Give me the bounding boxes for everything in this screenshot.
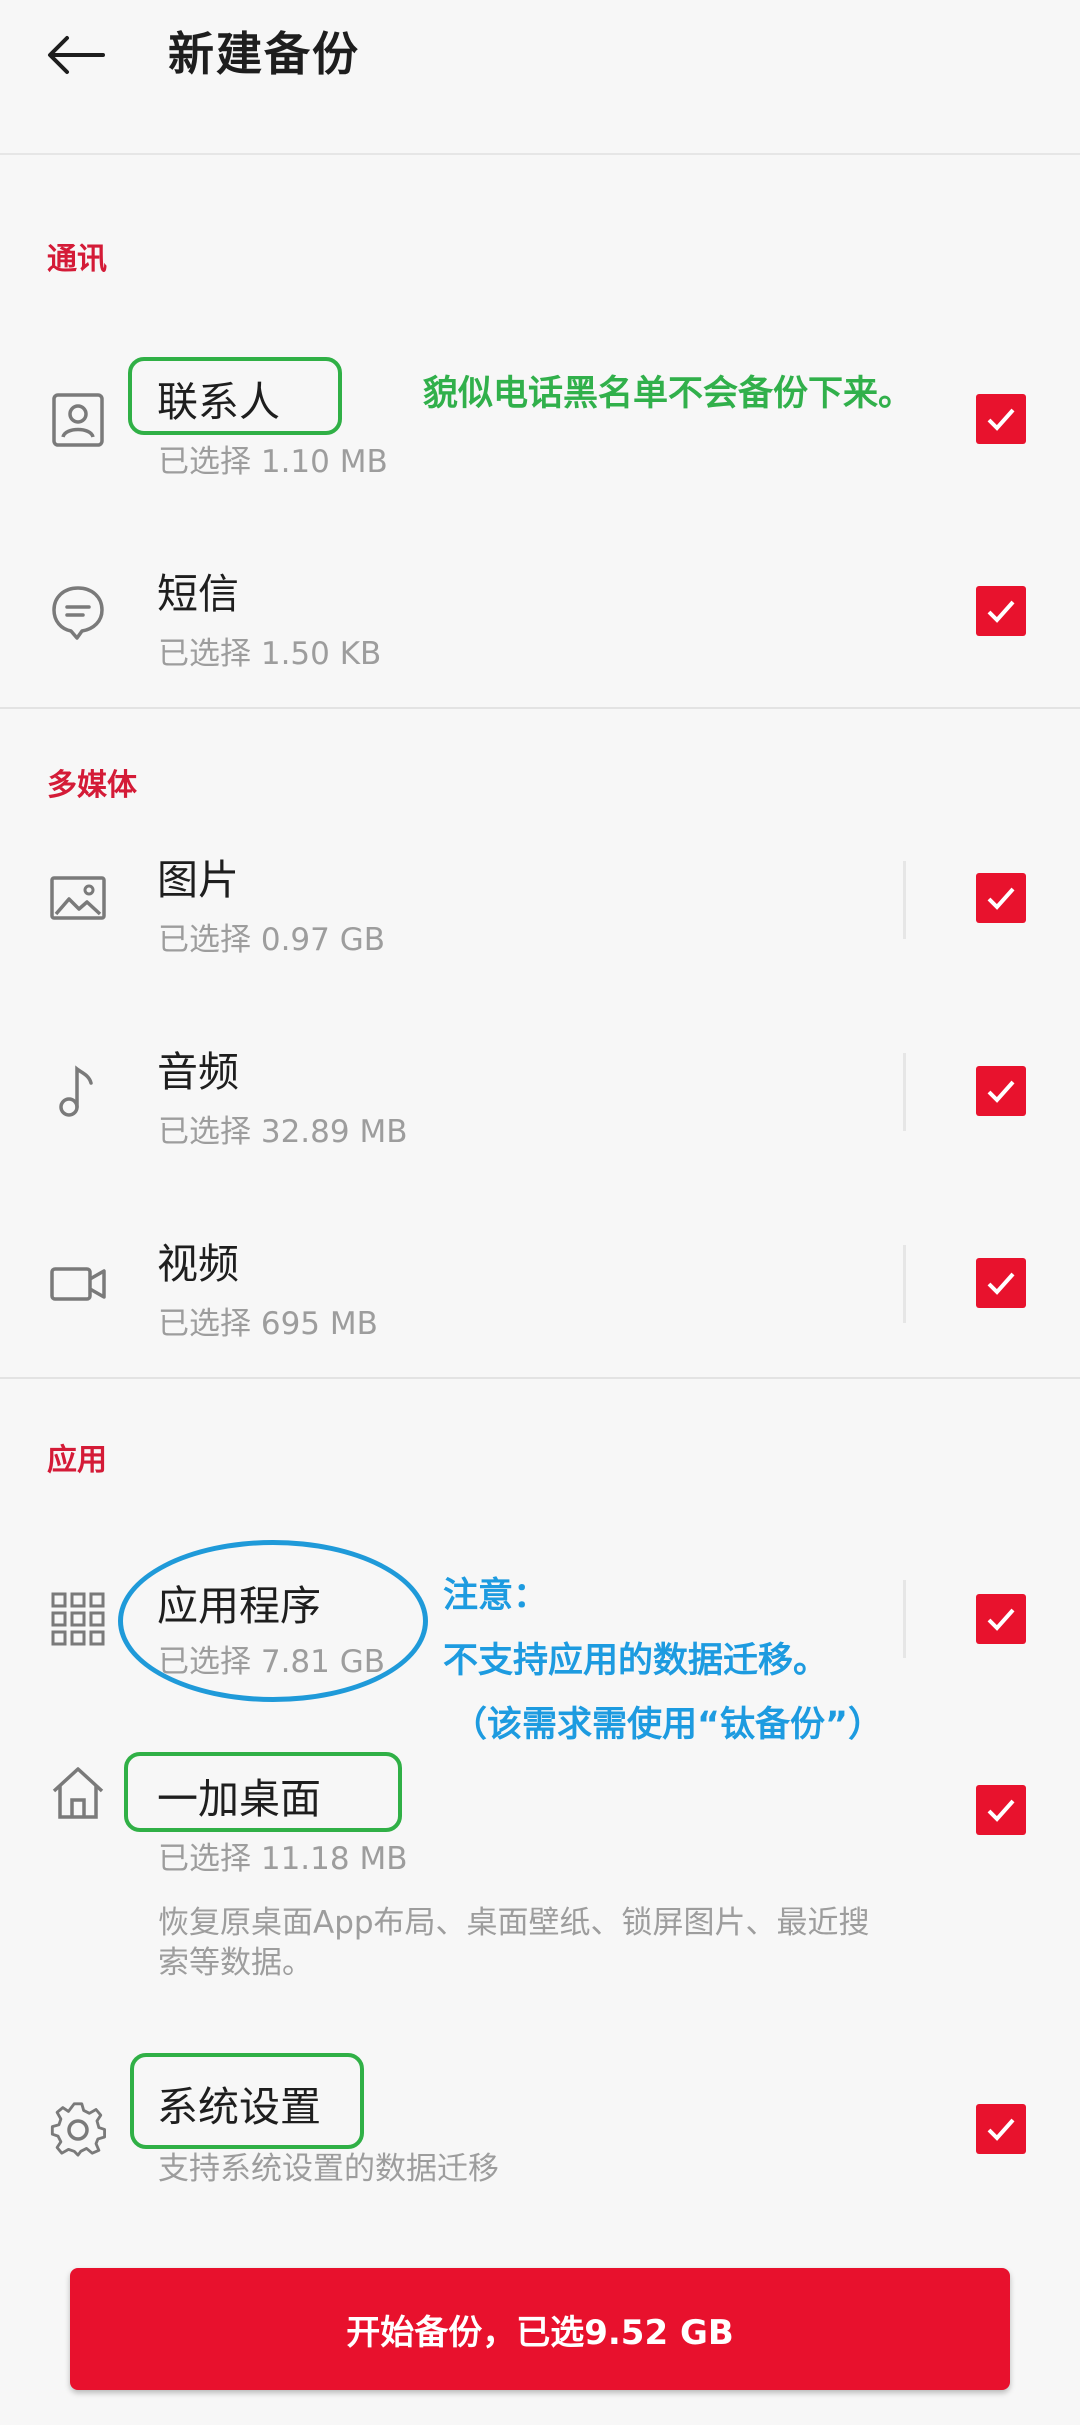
- checkbox-contacts[interactable]: [976, 394, 1026, 444]
- item-label-applications: 应用程序: [157, 1582, 321, 1630]
- item-label-system-settings: 系统设置: [157, 2083, 321, 2131]
- item-size-audio: 已选择 32.89 MB: [158, 1114, 408, 1150]
- item-label-launcher: 一加桌面: [157, 1775, 321, 1823]
- back-button[interactable]: [30, 10, 120, 100]
- checkmark-icon: [987, 1608, 1015, 1631]
- section-title-media: 多媒体: [47, 768, 137, 803]
- section-title-communication: 通讯: [47, 242, 107, 277]
- item-size-applications: 已选择 7.81 GB: [158, 1644, 386, 1680]
- checkbox-applications[interactable]: [976, 1594, 1026, 1644]
- item-label-sms: 短信: [157, 570, 239, 618]
- checkbox-video[interactable]: [976, 1258, 1026, 1308]
- item-subtitle-system-settings: 支持系统设置的数据迁移: [158, 2151, 499, 2187]
- checkbox-system-settings[interactable]: [976, 2104, 1026, 2154]
- item-size-contacts: 已选择 1.10 MB: [158, 444, 388, 480]
- video-camera-icon: [48, 1254, 108, 1314]
- home-icon: [48, 1763, 108, 1823]
- annotation-apps-note-title: 注意：: [443, 1576, 549, 1616]
- vertical-separator: [903, 1053, 906, 1131]
- checkmark-icon: [987, 1080, 1015, 1103]
- start-backup-button[interactable]: 开始备份，已选9.52 GB: [70, 2268, 1010, 2390]
- item-size-launcher: 已选择 11.18 MB: [158, 1841, 408, 1877]
- checkmark-icon: [987, 600, 1015, 623]
- page-title: 新建备份: [168, 27, 360, 81]
- item-description-launcher: 恢复原桌面App布局、桌面壁纸、锁屏图片、最近搜索等数据。: [158, 1905, 870, 1981]
- vertical-separator: [903, 1580, 906, 1658]
- item-label-images: 图片: [157, 856, 239, 904]
- music-note-icon: [48, 1062, 108, 1122]
- gear-icon: [48, 2099, 108, 2159]
- arrow-left-icon: [48, 36, 105, 74]
- app-grid-icon: [48, 1589, 108, 1649]
- item-size-video: 已选择 695 MB: [158, 1306, 378, 1342]
- message-bubble-icon: [48, 582, 108, 642]
- annotation-apps-note-line1: 不支持应用的数据迁移。: [443, 1641, 829, 1681]
- section-divider: [0, 707, 1080, 709]
- item-label-audio: 音频: [157, 1048, 239, 1096]
- annotation-contacts-note: 貌似电话黑名单不会备份下来。: [423, 374, 914, 414]
- image-icon: [48, 868, 108, 928]
- item-size-images: 已选择 0.97 GB: [158, 922, 386, 958]
- item-label-video: 视频: [157, 1240, 239, 1288]
- checkmark-icon: [987, 1272, 1015, 1295]
- section-title-apps: 应用: [47, 1443, 107, 1478]
- checkmark-icon: [987, 2118, 1015, 2141]
- checkbox-launcher[interactable]: [976, 1785, 1026, 1835]
- vertical-separator: [903, 861, 906, 939]
- section-divider: [0, 1377, 1080, 1379]
- contact-card-icon: [48, 390, 108, 450]
- checkmark-icon: [987, 887, 1015, 910]
- item-size-sms: 已选择 1.50 KB: [158, 636, 382, 672]
- checkbox-audio[interactable]: [976, 1066, 1026, 1116]
- app-bar: 新建备份: [0, 0, 1080, 155]
- checkbox-images[interactable]: [976, 873, 1026, 923]
- item-label-contacts: 联系人: [157, 378, 280, 426]
- checkbox-sms[interactable]: [976, 586, 1026, 636]
- checkmark-icon: [987, 1799, 1015, 1822]
- vertical-separator: [903, 1245, 906, 1323]
- checkmark-icon: [987, 408, 1015, 431]
